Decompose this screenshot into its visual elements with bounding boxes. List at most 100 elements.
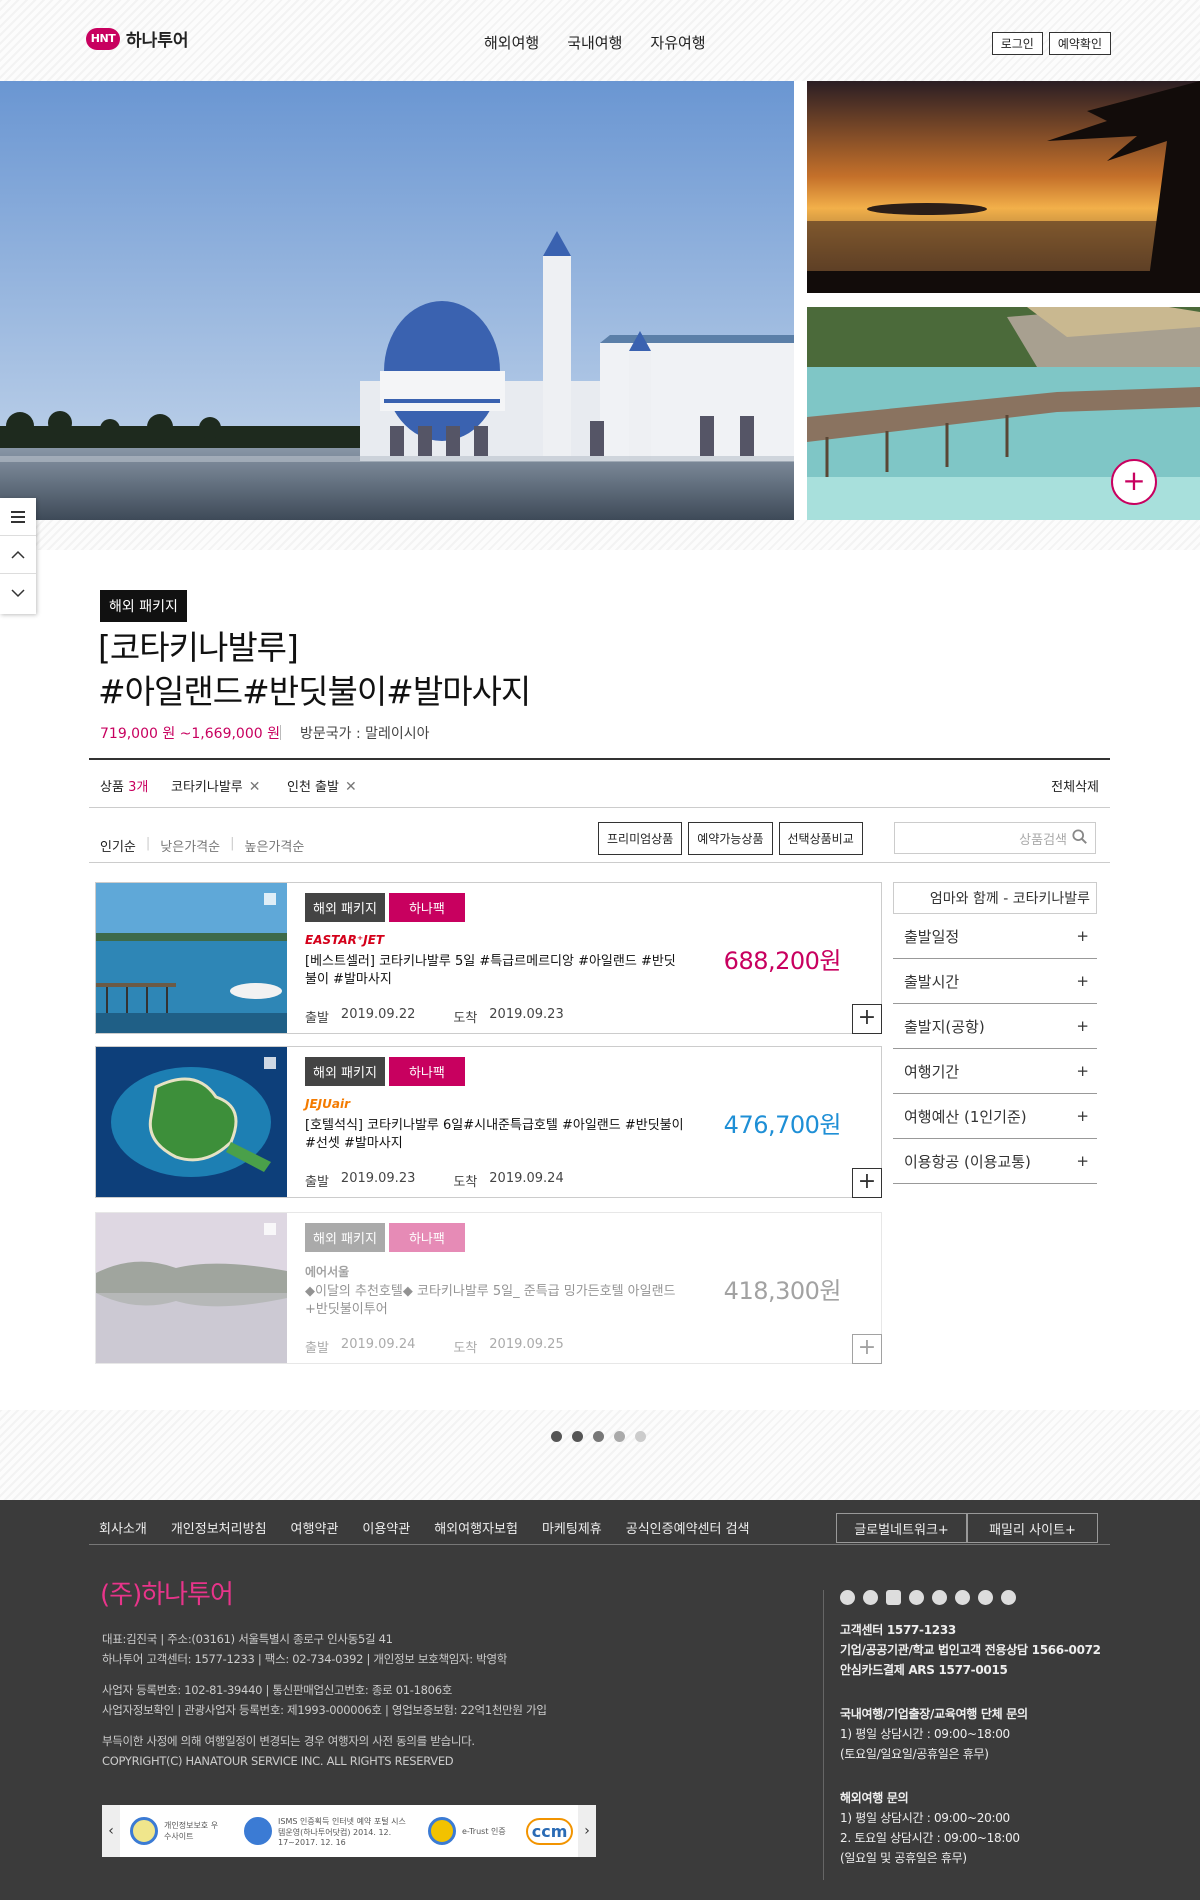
product-price: 476,700원	[723, 1111, 842, 1139]
reservation-check-button[interactable]: 예약확인	[1048, 32, 1111, 55]
chevron-left-icon[interactable]: ‹	[102, 1805, 120, 1857]
filter-theme-title[interactable]: 엄마와 함께 - 코타키나발루	[893, 882, 1097, 914]
instagram-icon[interactable]	[863, 1590, 878, 1605]
depart-label: 출발	[305, 1011, 329, 1026]
footer: 회사소개 개인정보처리방침 여행약관 이용약관 해외여행자보험 마케팅제휴 공식…	[0, 1500, 1200, 1900]
filter-buttons: 프리미엄상품 예약가능상품 선택상품비교	[598, 822, 863, 855]
footer-link-terms[interactable]: 이용약관	[362, 1518, 410, 1537]
depart-label: 출발	[305, 1175, 329, 1190]
plus-icon[interactable]: +	[852, 1168, 882, 1198]
filter-airline[interactable]: 이용항공 (이용교통) +	[893, 1139, 1097, 1184]
chevron-down-icon[interactable]	[0, 574, 36, 612]
footer-link-insurance[interactable]: 해외여행자보험	[434, 1518, 518, 1537]
sort-high-price[interactable]: 높은가격순	[244, 836, 304, 855]
logo[interactable]: HNT 하나투어	[86, 26, 189, 51]
tag-hanapack: 하나팩	[388, 893, 465, 922]
product-thumbnail[interactable]	[96, 1213, 287, 1363]
login-button[interactable]: 로그인	[991, 32, 1043, 55]
product-name[interactable]: ◆이달의 추천호텔◆ 코타키나발루 5일_ 준특급 밍가든호텔 아일랜드+반딧불…	[305, 1283, 685, 1319]
filter-departure-time[interactable]: 출발시간 +	[893, 959, 1097, 1004]
hero-sunset-image[interactable]	[807, 81, 1200, 293]
page-dot-1[interactable]	[551, 1431, 562, 1442]
youtube-icon[interactable]	[886, 1590, 901, 1605]
page-dot-2[interactable]	[572, 1431, 583, 1442]
pinterest-icon[interactable]	[978, 1590, 993, 1605]
filter-departure-airport[interactable]: 출발지(공항) +	[893, 1004, 1097, 1049]
hero-main-image[interactable]	[0, 81, 794, 520]
product-thumbnail[interactable]	[96, 883, 287, 1033]
search-icon[interactable]	[1072, 829, 1088, 845]
cert-etrust[interactable]: e-Trust 인증	[428, 1817, 506, 1845]
compare-checkbox[interactable]	[264, 893, 276, 905]
footer-link-marketing[interactable]: 마케팅제휴	[542, 1518, 602, 1537]
product-card[interactable]: 해외 패키지 하나팩 에어서울 ◆이달의 추천호텔◆ 코타키나발루 5일_ 준특…	[95, 1212, 882, 1364]
plus-icon[interactable]: +	[852, 1004, 882, 1034]
nav-free[interactable]: 자유여행	[650, 32, 705, 53]
plus-icon[interactable]: +	[852, 1334, 882, 1364]
overseas-saturday-hours: 2. 토요일 상담시간 : 09:00~18:00	[840, 1831, 1020, 1845]
menu-icon[interactable]	[0, 498, 36, 536]
overseas-weekday-hours: 1) 평일 상담시간 : 09:00~20:00	[840, 1811, 1010, 1825]
footer-link-certified-center[interactable]: 공식인증예약센터 검색	[626, 1518, 750, 1537]
product-name[interactable]: [베스트셀러] 코타키나발루 5일 #특급르메르디앙 #아일랜드 #반딧불이 #…	[305, 953, 685, 989]
product-tags: 해외 패키지 하나팩	[305, 893, 465, 922]
footer-link-privacy[interactable]: 개인정보처리방침	[171, 1518, 267, 1537]
sort-popular[interactable]: 인기순	[100, 836, 136, 855]
divider	[823, 1590, 824, 1880]
facebook-icon[interactable]	[909, 1590, 924, 1605]
copyright: COPYRIGHT(C) HANATOUR SERVICE INC. ALL R…	[102, 1754, 454, 1768]
product-card[interactable]: 해외 패키지 하나팩 EASTAR⁺JET [베스트셀러] 코타키나발루 5일 …	[95, 882, 882, 1034]
chevron-up-icon[interactable]	[0, 536, 36, 574]
naver-post-icon[interactable]	[955, 1590, 970, 1605]
airline-logo: EASTAR⁺JET	[305, 933, 385, 947]
product-thumbnail[interactable]	[96, 1047, 287, 1197]
sort-low-price[interactable]: 낮은가격순	[160, 836, 220, 855]
filter-budget[interactable]: 여행예산 (1인기준) +	[893, 1094, 1097, 1139]
cert-privacy[interactable]: 개인정보보호 우수사이트	[130, 1817, 224, 1845]
footer-info-line: 부득이한 사정에 의해 여행일정이 변경되는 경우 여행자의 사전 동의를 받습…	[102, 1734, 475, 1748]
close-icon[interactable]: ✕	[249, 779, 261, 795]
cert-ccm[interactable]: ccm	[525, 1817, 574, 1845]
kakao-icon[interactable]	[1001, 1590, 1016, 1605]
search-input[interactable]: 상품검색	[894, 822, 1096, 854]
cert-isms[interactable]: ISMS 인증획득 인터넷 예약 포털 시스템운영(하나투어닷컴) 2014. …	[244, 1816, 408, 1847]
family-site-button[interactable]: 패밀리 사이트+	[967, 1513, 1098, 1543]
close-icon[interactable]: ✕	[345, 779, 357, 795]
blog-icon[interactable]	[932, 1590, 947, 1605]
page-dot-4[interactable]	[614, 1431, 625, 1442]
twitter-icon[interactable]	[840, 1590, 855, 1605]
header: HNT 하나투어 해외여행 국내여행 자유여행 로그인 예약확인	[0, 0, 1200, 81]
global-network-button[interactable]: 글로벌네트워크+	[836, 1513, 967, 1543]
travel-dates: 출발 2019.09.24 도착 2019.09.25	[305, 1337, 564, 1356]
clear-all-button[interactable]: 전체삭제	[1051, 776, 1099, 795]
premium-filter-button[interactable]: 프리미엄상품	[598, 822, 683, 855]
tag-package: 해외 패키지	[305, 1057, 385, 1086]
compare-checkbox[interactable]	[264, 1057, 276, 1069]
footer-business-info: 사업자 등록번호: 102-81-39440 | 통신판매업신고번호: 종로 0…	[102, 1680, 547, 1720]
cert-etrust-icon	[428, 1817, 456, 1845]
visit-country: 방문국가 : 말레이시아	[300, 726, 430, 742]
available-filter-button[interactable]: 예약가능상품	[688, 822, 773, 855]
chevron-right-icon[interactable]: ›	[578, 1805, 596, 1857]
product-name[interactable]: [호텔석식] 코타키나발루 6일#시내준특급호텔 #아일랜드 #반딧불이 #선셋…	[305, 1117, 685, 1153]
filter-duration[interactable]: 여행기간 +	[893, 1049, 1097, 1094]
arrive-date: 2019.09.23	[489, 1007, 564, 1022]
cert-ccm-logo: ccm	[525, 1817, 574, 1845]
pagination-dots	[551, 1431, 646, 1442]
footer-link-travel-terms[interactable]: 여행약관	[291, 1518, 339, 1537]
compare-checkbox[interactable]	[264, 1223, 276, 1235]
footer-link-company[interactable]: 회사소개	[99, 1518, 147, 1537]
product-card[interactable]: 해외 패키지 하나팩 JEJUair [호텔석식] 코타키나발루 6일#시내준특…	[95, 1046, 882, 1198]
domestic-hours: 1) 평일 상담시간 : 09:00~18:00	[840, 1727, 1010, 1741]
hero-more-button[interactable]: +	[1111, 459, 1157, 505]
arrive-label: 도착	[453, 1175, 478, 1190]
certification-carousel: ‹ 개인정보보호 우수사이트 ISMS 인증획득 인터넷 예약 포털 시스템운영…	[102, 1805, 596, 1857]
page-dot-3[interactable]	[593, 1431, 604, 1442]
page-dot-5[interactable]	[635, 1431, 646, 1442]
nav-overseas[interactable]: 해외여행	[484, 32, 539, 53]
nav-domestic[interactable]: 국내여행	[567, 32, 622, 53]
product-tags: 해외 패키지 하나팩	[305, 1057, 465, 1086]
filter-departure-schedule[interactable]: 출발일정 +	[893, 914, 1097, 959]
compare-button[interactable]: 선택상품비교	[778, 822, 863, 855]
price-range: 719,000 원 ~1,669,000 원	[100, 726, 280, 742]
